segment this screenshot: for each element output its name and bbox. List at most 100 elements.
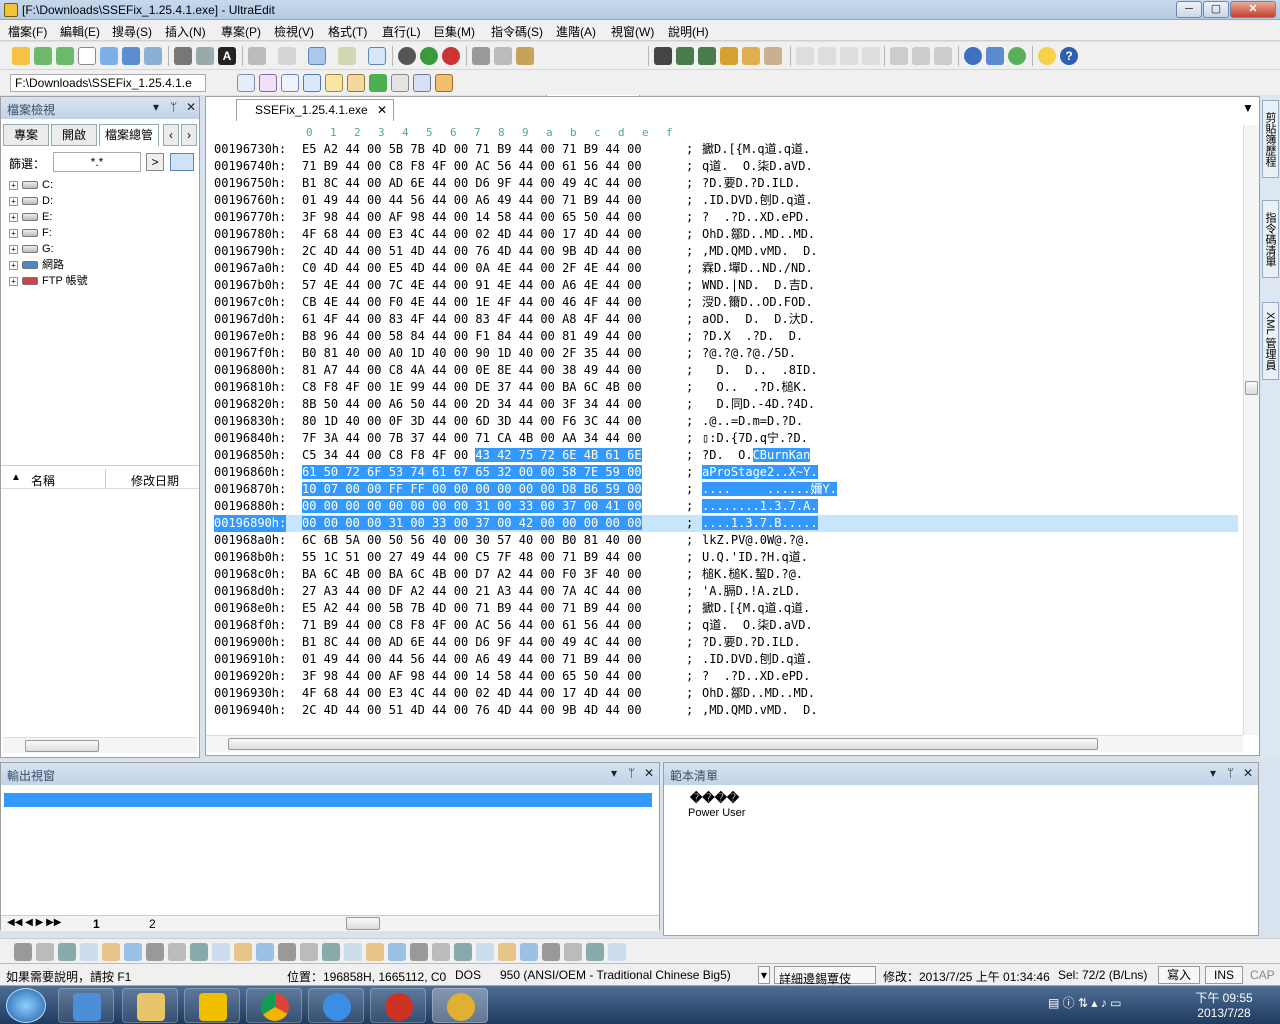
hex-bytes[interactable]: 01 49 44 00 44 56 44 00 A6 49 44 00 71 B… <box>302 192 642 209</box>
help-icon[interactable]: ? <box>1060 47 1078 65</box>
tree-item-ftp[interactable]: + FTP 帳號 <box>9 273 88 289</box>
align-left-icon[interactable] <box>796 47 814 65</box>
hex-row[interactable]: 00196870h: 10 07 00 00 FF FF 00 00 00 00 … <box>214 481 1238 498</box>
hex-row[interactable]: 00196740h: 71 B9 44 00 C8 F8 4F 00 AC 56 … <box>214 158 1238 175</box>
menu-window[interactable]: 視窗(W) <box>611 23 654 40</box>
hex-bytes[interactable]: B8 96 44 00 58 84 44 00 F1 84 44 00 81 4… <box>302 328 642 345</box>
format-tool-icon[interactable] <box>388 943 406 961</box>
output-menu-icon[interactable]: ▾ <box>611 766 617 780</box>
menu-script[interactable]: 指令碼(S) <box>491 23 543 40</box>
forward-icon[interactable] <box>56 47 74 65</box>
status-line-ending[interactable]: DOS <box>455 968 481 982</box>
hex-bytes[interactable]: C8 F8 4F 00 1E 99 44 00 DE 37 44 00 BA 6… <box>302 379 642 396</box>
hex-row[interactable]: 00196800h: 81 A7 44 00 C8 4A 44 00 0E 8E … <box>214 362 1238 379</box>
taskbar-media-player[interactable] <box>370 988 426 1023</box>
taskbar-chrome[interactable] <box>246 988 302 1023</box>
taskbar-app-1[interactable] <box>58 988 114 1023</box>
hex-ascii[interactable]: ?D.X .?D. D. <box>702 328 803 345</box>
format-tool-icon[interactable] <box>608 943 626 961</box>
hex-bytes[interactable]: 8B 50 44 00 A6 50 44 00 2D 34 44 00 3F 3… <box>302 396 642 413</box>
web-browser-icon[interactable] <box>964 47 982 65</box>
find-in-files-icon[interactable] <box>742 47 760 65</box>
tree-item-g[interactable]: + G: <box>9 241 54 257</box>
refresh-icon[interactable] <box>1008 47 1026 65</box>
hex-row[interactable]: 00196940h: 2C 4D 44 00 51 4D 44 00 76 4D … <box>214 702 1238 719</box>
hex-bytes[interactable]: 80 1D 40 00 0F 3D 44 00 6D 3D 44 00 F6 3… <box>302 413 642 430</box>
web-search-icon[interactable] <box>303 74 321 92</box>
hex-row[interactable]: 001968b0h: 55 1C 51 00 27 49 44 00 C5 7F … <box>214 549 1238 566</box>
format-tool-icon[interactable] <box>520 943 538 961</box>
format-tool-icon[interactable] <box>300 943 318 961</box>
format-tool-icon[interactable] <box>234 943 252 961</box>
hex-ascii[interactable]: ▯:D.{7D.q宁.?D. <box>702 430 808 447</box>
tools-icon[interactable] <box>413 74 431 92</box>
output-selected-line[interactable] <box>4 793 652 807</box>
underline-icon[interactable] <box>58 943 76 961</box>
format-tool-icon[interactable] <box>212 943 230 961</box>
format-tool-icon[interactable] <box>146 943 164 961</box>
hex-ascii[interactable]: aOD. D. D.汏D. <box>702 311 815 328</box>
template-menu-icon[interactable]: ▾ <box>1210 766 1216 780</box>
hex-bytes[interactable]: 81 A7 44 00 C8 4A 44 00 0E 8E 44 00 38 4… <box>302 362 642 379</box>
column-modified[interactable]: 修改日期 <box>131 472 179 489</box>
cascade-icon[interactable] <box>934 47 952 65</box>
hex-bytes[interactable]: E5 A2 44 00 5B 7B 4D 00 71 B9 44 00 71 B… <box>302 600 642 617</box>
hex-ascii[interactable]: 霖D.墠D..ND./ND. <box>702 260 813 277</box>
menu-help[interactable]: 說明(H) <box>668 23 709 40</box>
hex-row[interactable]: 001967b0h: 57 4E 44 00 7C 4E 44 00 91 4E … <box>214 277 1238 294</box>
hex-row[interactable]: 00196880h: 00 00 00 00 00 00 00 00 31 00 … <box>214 498 1238 515</box>
output-pin-icon[interactable]: ᛘ <box>628 766 635 780</box>
line-numbers-icon[interactable] <box>368 47 386 65</box>
pin-icon[interactable]: ᛘ <box>170 100 177 114</box>
print-preview-icon[interactable] <box>196 47 214 65</box>
align-center-icon[interactable] <box>818 47 836 65</box>
align-right-icon[interactable] <box>840 47 858 65</box>
hex-ascii[interactable]: 槌K.槌K.蛪D.?@. <box>702 566 803 583</box>
paste-icon[interactable] <box>516 47 534 65</box>
ins-indicator[interactable]: INS <box>1205 966 1243 984</box>
hex-bytes[interactable]: 7F 3A 44 00 7B 37 44 00 71 CA 4B 00 AA 3… <box>302 430 642 447</box>
output-tab-2[interactable]: 2 <box>149 917 156 931</box>
lookup-icon[interactable] <box>347 74 365 92</box>
hex-row[interactable]: 001967c0h: CB 4E 44 00 F0 4E 44 00 1E 4F … <box>214 294 1238 311</box>
close-button[interactable]: ✕ <box>1230 1 1276 18</box>
tree-item-d[interactable]: + D: <box>9 193 53 209</box>
cut-icon[interactable] <box>472 47 490 65</box>
format-tool-icon[interactable] <box>124 943 142 961</box>
hex-bytes[interactable]: BA 6C 4B 00 BA 6C 4B 00 D7 A2 44 00 F0 3… <box>302 566 642 583</box>
hex-ascii[interactable]: ? .?D..XD.ePD. <box>702 668 810 685</box>
hex-ascii[interactable]: ?@.?@.?@./5D. <box>702 345 796 362</box>
taskbar-app-3[interactable] <box>184 988 240 1023</box>
tab-explorer[interactable]: 檔案總管 <box>99 124 159 146</box>
hex-bytes[interactable]: 61 4F 44 00 83 4F 44 00 83 4F 44 00 A8 4… <box>302 311 642 328</box>
hex-ascii[interactable]: ........1.3.7.A. <box>702 498 818 515</box>
hex-bytes[interactable]: 61 50 72 6F 53 74 61 67 65 32 00 00 58 7… <box>302 464 642 481</box>
filter-apply-icon[interactable]: > <box>146 153 164 171</box>
hex-row[interactable]: 00196850h: C5 34 44 00 C8 F8 4F 00 43 42 … <box>214 447 1238 464</box>
format-tool-icon[interactable] <box>410 943 428 961</box>
hex-ascii[interactable]: 'A.膈D.!A.zLD. <box>702 583 801 600</box>
hex-ascii[interactable]: 擨D.[{M.q道.q道. <box>702 141 810 158</box>
hex-bytes[interactable]: 4F 68 44 00 E3 4C 44 00 02 4D 44 00 17 4… <box>302 226 642 243</box>
open-file-path[interactable]: F:\Downloads\SSEFix_1.25.4.1.e <box>10 74 206 92</box>
hex-ascii[interactable]: OhD.鄒D..MD..MD. <box>702 226 815 243</box>
format-tool-icon[interactable] <box>278 943 296 961</box>
hex-row[interactable]: 001967a0h: C0 4D 44 00 E5 4D 44 00 0A 4E … <box>214 260 1238 277</box>
hex-ascii[interactable]: lkZ.PV@.0W@.?@. <box>702 532 810 549</box>
hex-content[interactable]: 00196730h: E5 A2 44 00 5B 7B 4D 00 71 B9 … <box>214 141 1238 719</box>
copy-icon[interactable] <box>494 47 512 65</box>
system-tray-icons[interactable]: ▤ ⓘ ⇅ ▴ ♪ ▭ <box>1048 994 1178 1016</box>
tab-scroll-left-icon[interactable]: ‹ <box>163 124 179 146</box>
record-macro-icon[interactable] <box>398 47 416 65</box>
menu-advanced[interactable]: 進階(A) <box>556 23 596 40</box>
hex-ascii[interactable]: ? .?D..XD.ePD. <box>702 209 810 226</box>
menu-insert[interactable]: 插入(N) <box>165 23 206 40</box>
hex-row[interactable]: 00196810h: C8 F8 4F 00 1E 99 44 00 DE 37 … <box>214 379 1238 396</box>
play-macro-icon[interactable] <box>420 47 438 65</box>
menu-macro[interactable]: 巨集(M) <box>433 23 475 40</box>
hex-ascii[interactable]: 涭D.籋D..OD.FOD. <box>702 294 813 311</box>
menu-column[interactable]: 直行(L) <box>382 23 421 40</box>
format-tool-icon[interactable] <box>80 943 98 961</box>
hex-bytes[interactable]: CB 4E 44 00 F0 4E 44 00 1E 4F 44 00 46 4… <box>302 294 642 311</box>
menu-edit[interactable]: 編輯(E) <box>60 23 100 40</box>
